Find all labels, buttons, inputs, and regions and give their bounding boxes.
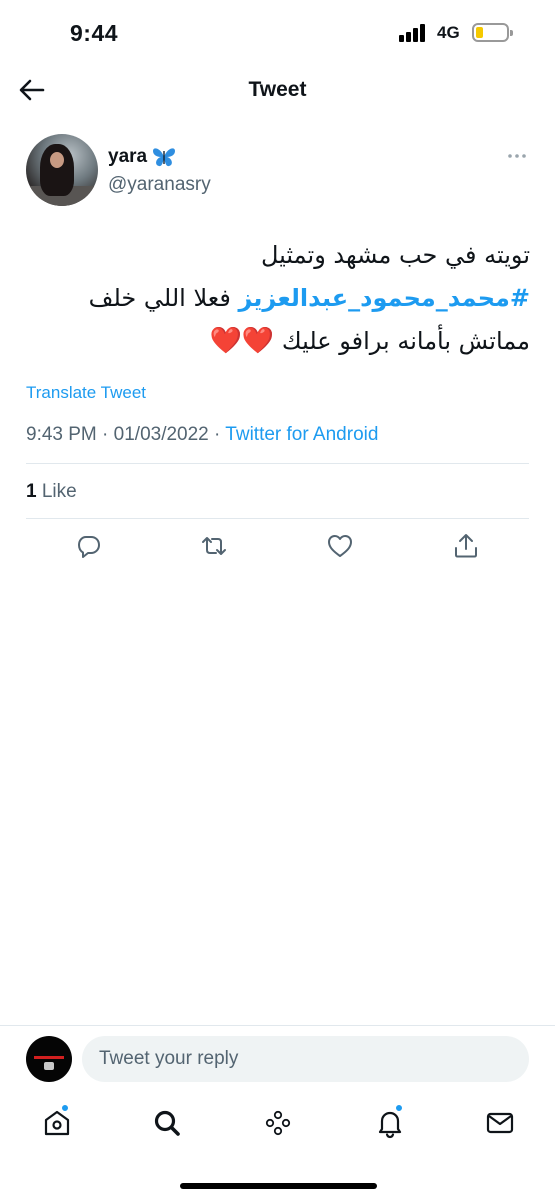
notifications-icon: [378, 1111, 402, 1139]
nav-spaces[interactable]: [261, 1106, 295, 1140]
notifications-dot: [395, 1104, 403, 1112]
hashtag-link[interactable]: #محمد_محمود_عبدالعزيز: [238, 284, 530, 312]
reply-button[interactable]: [75, 532, 103, 560]
tweet-actions: [0, 528, 555, 568]
spaces-icon: [265, 1110, 291, 1136]
more-horizontal-icon: [508, 154, 526, 158]
tweet-date: 01/03/2022: [113, 424, 209, 445]
battery-icon: [472, 23, 513, 42]
tweet-line-3: مماتش بأمانه برافو عليك ❤️❤️: [20, 320, 531, 363]
tweet-meta: 9:43 PM · 01/03/2022 · Twitter for Andro…: [26, 424, 378, 446]
tweet-source-link[interactable]: Twitter for Android: [225, 424, 378, 445]
heart-emoji: ❤️❤️: [209, 326, 275, 356]
like-count-number: 1: [26, 481, 37, 502]
tweet-line-2-text: فعلا اللي خلف: [88, 284, 231, 312]
battery-fill: [476, 27, 483, 38]
search-icon: [154, 1110, 180, 1136]
tweet-text: تويته في حب مشهد وتمثيل #محمد_محمود_عبدا…: [20, 234, 530, 363]
status-time: 9:44: [70, 20, 119, 46]
like-button[interactable]: [326, 532, 354, 560]
translate-tweet-link[interactable]: Translate Tweet: [26, 383, 146, 403]
retweet-icon: [202, 537, 226, 555]
nav-search[interactable]: [150, 1106, 184, 1140]
butterfly-icon: [153, 148, 176, 167]
network-label: 4G: [437, 23, 460, 42]
share-button[interactable]: [452, 532, 480, 560]
divider: [26, 518, 529, 519]
signal-icon: [399, 24, 429, 42]
page-title: Tweet: [248, 78, 307, 101]
status-bar: 9:44 4G: [0, 0, 555, 62]
home-indicator[interactable]: [180, 1183, 377, 1189]
tweet-line-1: تويته في حب مشهد وتمثيل: [261, 241, 530, 269]
nav-messages[interactable]: [483, 1106, 517, 1140]
author-handle[interactable]: @yaranasry: [108, 174, 211, 196]
author-avatar[interactable]: [26, 134, 98, 206]
author-name[interactable]: yara: [108, 146, 177, 168]
nav-home[interactable]: [40, 1104, 74, 1140]
tweet-line-3-text: مماتش بأمانه برافو عليك: [281, 327, 530, 355]
meta-separator: ·: [102, 424, 109, 445]
reply-bar-divider: [0, 1025, 555, 1026]
home-icon: [44, 1110, 70, 1136]
bottom-nav: [0, 1100, 555, 1150]
tweet-line-2: #محمد_محمود_عبدالعزيز فعلا اللي خلف: [20, 277, 530, 320]
heart-icon: [328, 535, 352, 557]
home-notification-dot: [61, 1104, 69, 1112]
tweet-time: 9:43 PM: [26, 424, 97, 445]
top-header: Tweet: [0, 62, 555, 118]
more-button[interactable]: [506, 145, 528, 167]
like-count-label: Like: [41, 481, 77, 502]
reply-input[interactable]: [82, 1036, 529, 1082]
nav-notifications[interactable]: [373, 1104, 407, 1140]
meta-separator: ·: [214, 424, 221, 445]
retweet-button[interactable]: [199, 532, 227, 560]
likes-count[interactable]: 1 Like: [26, 481, 77, 503]
reply-icon: [78, 536, 100, 558]
author-name-text: yara: [108, 146, 148, 167]
messages-icon: [486, 1112, 514, 1134]
reply-avatar[interactable]: [26, 1036, 72, 1082]
divider: [26, 463, 529, 464]
share-icon: [455, 534, 477, 558]
